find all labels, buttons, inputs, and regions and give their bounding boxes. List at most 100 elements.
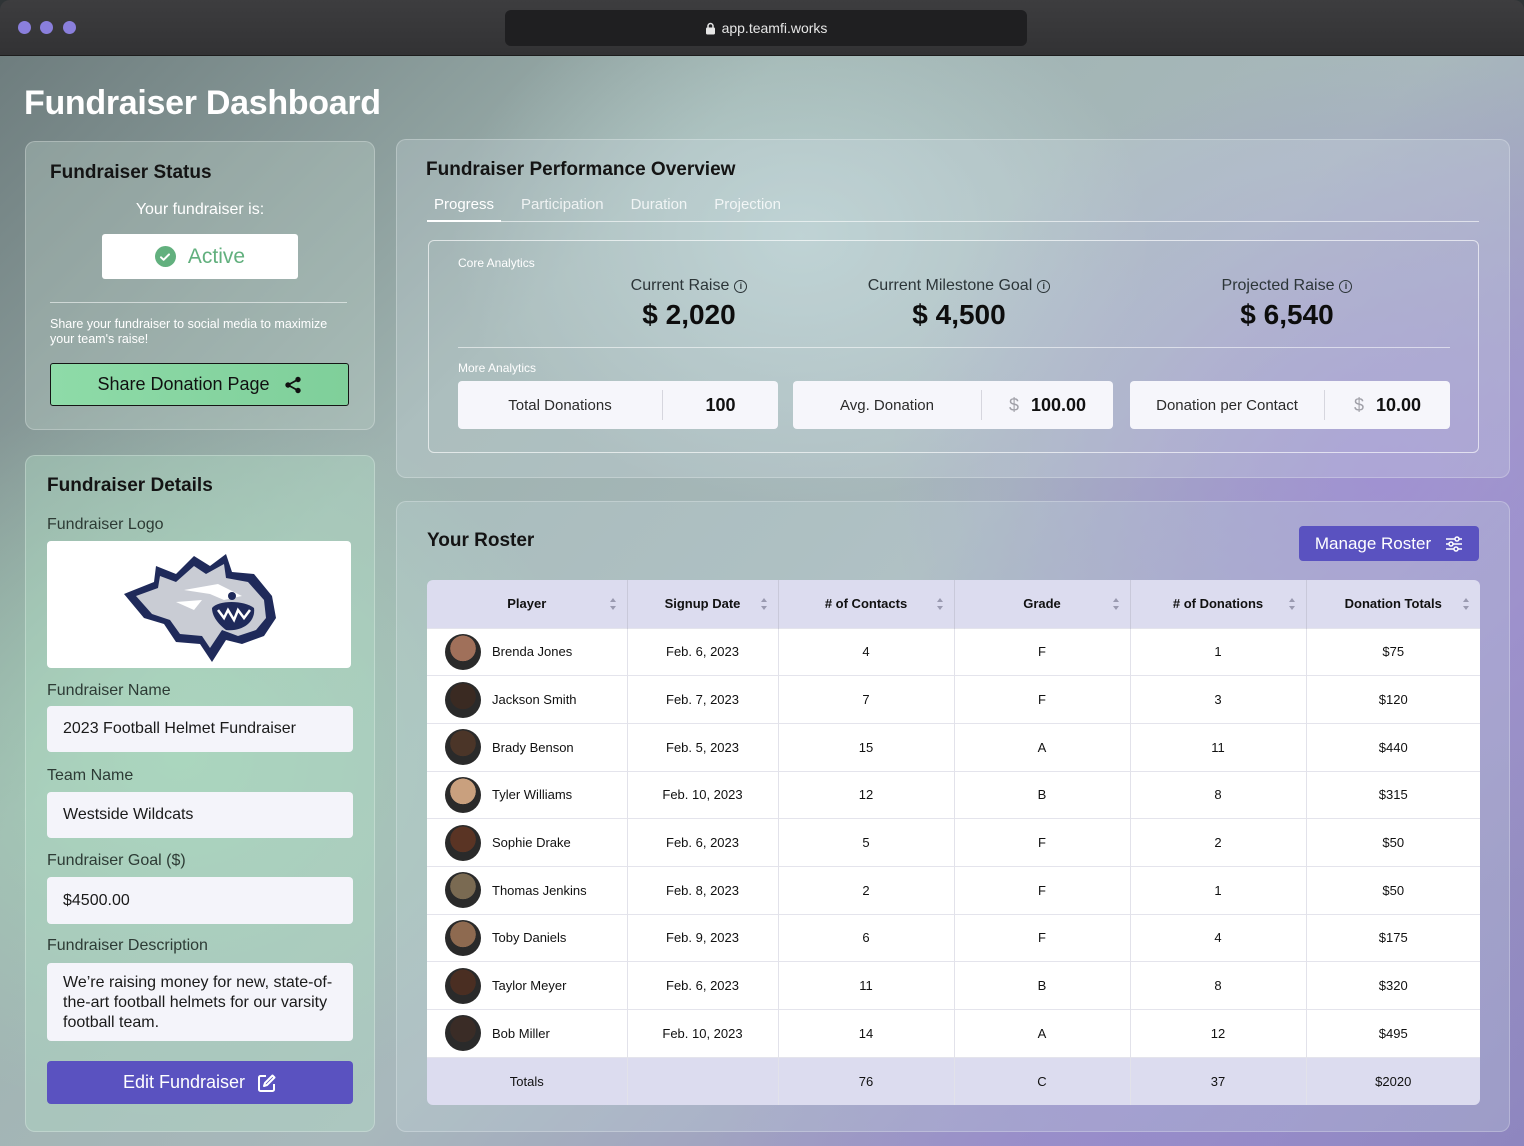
cell-donations: 4 (1130, 913, 1307, 962)
stat-label: Donation per Contact (1156, 396, 1298, 414)
cell-date: Feb. 5, 2023 (627, 722, 779, 772)
manage-roster-label: Manage Roster (1314, 533, 1432, 553)
table-header-row: Player Signup Date # of Contacts Grade # of … (427, 580, 1480, 628)
metric-value: $ 6,540 (1240, 299, 1334, 330)
edit-fundraiser-button[interactable]: Edit Fundraiser (47, 1061, 353, 1104)
roster-title: Your Roster (427, 530, 535, 551)
fundraiser-description-field[interactable]: We’re raising money for new, state-of-th… (47, 963, 353, 1041)
tab-duration[interactable]: Duration (624, 196, 695, 222)
column-header[interactable]: # of Donations (1130, 580, 1307, 628)
info-icon[interactable]: i (1037, 279, 1051, 293)
info-icon[interactable]: i (734, 279, 748, 293)
window-close-dot[interactable] (18, 21, 31, 34)
tab-projection[interactable]: Projection (707, 196, 788, 222)
avatar (445, 824, 481, 861)
stat-value: 10.00 (1375, 394, 1422, 415)
fundraiser-goal-field[interactable]: $4500.00 (47, 877, 353, 924)
cell-donations: 1 (1130, 865, 1307, 915)
cell-donations: 11 (1130, 722, 1307, 772)
analytics-box: Core Analytics Current Raise i $ 2,020 Cu… (428, 240, 1479, 453)
cell-donations: 8 (1130, 961, 1307, 1010)
tab-participation[interactable]: Participation (514, 196, 611, 222)
status-badge: Active (102, 234, 298, 279)
sort-icon[interactable] (1112, 597, 1120, 611)
table-row[interactable]: Tyler Williams Feb. 10, 2023 12 B 8 $315 (427, 770, 1480, 819)
totals-donations: 37 (1130, 1056, 1307, 1105)
cell-grade: F (954, 675, 1131, 724)
stat-value: 100.00 (1030, 394, 1087, 415)
totals-row: Totals 76 C 37 $2020 (427, 1056, 1480, 1105)
player-cell: Tyler Williams (427, 770, 628, 819)
cell-donations: 1 (1130, 627, 1307, 676)
tab-progress[interactable]: Progress (427, 196, 502, 222)
sort-icon[interactable] (936, 597, 944, 611)
cell-grade: A (954, 1009, 1131, 1058)
player-name: Bob Miller (492, 1025, 550, 1041)
cell-contacts: 11 (778, 961, 955, 1010)
sort-icon[interactable] (760, 597, 768, 611)
table-row[interactable]: Sophie Drake Feb. 6, 2023 5 F 2 $50 (427, 818, 1480, 867)
window-minimize-dot[interactable] (40, 21, 53, 34)
metric-label: Current Milestone Goal (867, 277, 1033, 294)
column-header[interactable]: Donation Totals (1306, 580, 1480, 628)
cell-donations: 8 (1130, 770, 1307, 819)
browser-toolbar: app.teamfi.works (0, 0, 1524, 56)
table-row[interactable]: Toby Daniels Feb. 9, 2023 6 F 4 $175 (427, 913, 1480, 962)
cell-date: Feb. 6, 2023 (627, 961, 779, 1010)
status-title: Fundraiser Status (50, 162, 212, 183)
share-donation-page-button[interactable]: Share Donation Page (50, 363, 349, 406)
column-header[interactable]: Grade (954, 580, 1131, 628)
cell-total: $50 (1306, 865, 1480, 915)
fundraiser-name-field[interactable]: 2023 Football Helmet Fundraiser (47, 706, 353, 752)
metric-value: $ 4,500 (912, 299, 1006, 330)
fundraiser-details-panel: Fundraiser Details Fundraiser Logo Fundr… (25, 455, 375, 1132)
avatar (445, 1015, 481, 1052)
cell-grade: F (954, 627, 1131, 676)
edit-button-label: Edit Fundraiser (122, 1072, 246, 1092)
cell-total: $120 (1306, 675, 1480, 724)
metric-label: Current Raise (630, 277, 730, 294)
sort-icon[interactable] (609, 597, 617, 611)
info-icon[interactable]: i (1339, 279, 1353, 293)
performance-tabs: Progress Participation Duration Projecti… (427, 196, 1479, 222)
player-cell: Bob Miller (427, 1009, 628, 1058)
avatar (445, 633, 481, 670)
status-subtitle: Your fundraiser is: (135, 201, 265, 218)
manage-roster-button[interactable]: Manage Roster (1299, 526, 1479, 561)
sort-icon[interactable] (1462, 597, 1470, 611)
window-maximize-dot[interactable] (63, 21, 76, 34)
address-bar[interactable]: app.teamfi.works (505, 10, 1027, 46)
cell-date: Feb. 10, 2023 (627, 770, 779, 819)
cell-date: Feb. 6, 2023 (627, 627, 779, 676)
table-row[interactable]: Brady Benson Feb. 5, 2023 15 A 11 $440 (427, 722, 1480, 772)
cell-contacts: 14 (778, 1009, 955, 1058)
player-cell: Brady Benson (427, 722, 628, 772)
cell-date: Feb. 7, 2023 (627, 675, 779, 724)
sort-icon[interactable] (1288, 597, 1296, 611)
player-cell: Sophie Drake (427, 818, 628, 867)
player-name: Brenda Jones (492, 644, 573, 660)
table-row[interactable]: Bob Miller Feb. 10, 2023 14 A 12 $495 (427, 1009, 1480, 1058)
avatar (445, 681, 481, 718)
performance-overview-panel: Fundraiser Performance Overview Progress… (396, 139, 1510, 478)
currency-symbol: $ (1353, 394, 1364, 415)
table-row[interactable]: Brenda Jones Feb. 6, 2023 4 F 1 $75 (427, 627, 1480, 676)
cell-total: $75 (1306, 627, 1480, 676)
cell-donations: 12 (1130, 1009, 1307, 1058)
table-row[interactable]: Jackson Smith Feb. 7, 2023 7 F 3 $120 (427, 675, 1480, 724)
stat-label: Avg. Donation (840, 396, 934, 414)
column-header[interactable]: Signup Date (627, 580, 779, 628)
metric-label: Projected Raise (1221, 277, 1335, 294)
status-value: Active (187, 244, 246, 268)
avatar (445, 967, 481, 1004)
team-name-field[interactable]: Westside Wildcats (47, 792, 353, 838)
column-header[interactable]: # of Contacts (778, 580, 955, 628)
player-name: Taylor Meyer (492, 978, 567, 994)
cell-total: $320 (1306, 961, 1480, 1010)
table-row[interactable]: Taylor Meyer Feb. 6, 2023 11 B 8 $320 (427, 961, 1480, 1010)
table-row[interactable]: Thomas Jenkins Feb. 8, 2023 2 F 1 $50 (427, 865, 1480, 915)
fundraiser-logo[interactable] (47, 541, 351, 668)
logo-label: Fundraiser Logo (47, 516, 164, 533)
column-header[interactable]: Player (427, 580, 628, 628)
column-header-label: Grade (1023, 596, 1061, 612)
